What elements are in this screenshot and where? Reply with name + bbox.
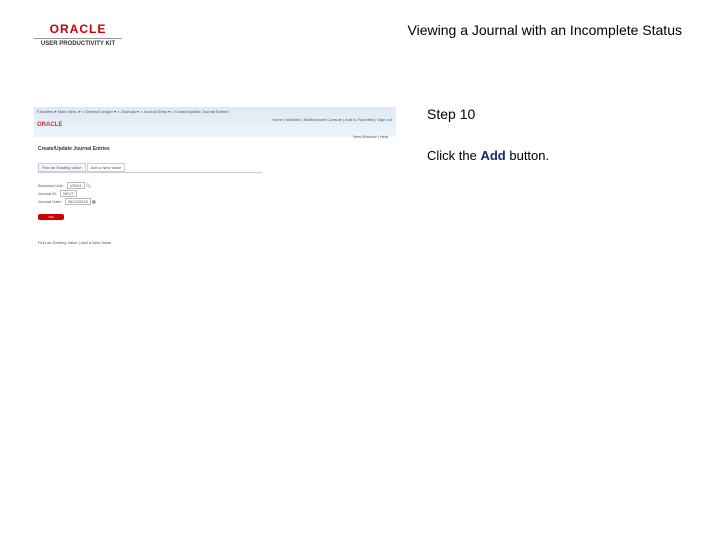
logo-brand: ORACLE xyxy=(34,22,122,39)
business-unit-input[interactable]: US001 xyxy=(66,182,85,189)
oracle-upk-logo: ORACLE USER PRODUCTIVITY KIT xyxy=(34,22,122,47)
instruction-bold: Add xyxy=(480,148,506,163)
app-header: Favorites ▾ Main Menu ▾ > General Ledger… xyxy=(34,107,396,137)
tab-add-new[interactable]: Add a New Value xyxy=(86,163,126,172)
lookup-icon[interactable]: 🔍 xyxy=(86,183,91,188)
journal-date-input[interactable]: 05/22/2013 xyxy=(64,198,91,205)
calendar-icon[interactable]: ▦ xyxy=(92,199,96,204)
field-label: Journal Date: xyxy=(38,199,62,204)
footer-links[interactable]: Find an Existing Value | Add a New Value xyxy=(38,240,111,245)
field-label: Journal ID: xyxy=(38,191,58,196)
instruction: Click the Add button. xyxy=(427,148,549,163)
app-screenshot: Favorites ▾ Main Menu ▾ > General Ledger… xyxy=(34,107,396,252)
instruction-pre: Click the xyxy=(427,148,481,163)
field-journal-id: Journal ID: NEXT xyxy=(38,190,78,197)
tab-bar: Find an Existing Value Add a New Value xyxy=(38,163,262,173)
oracle-logo: ORACLE xyxy=(37,122,63,128)
field-label: Business Unit: xyxy=(38,183,64,188)
step-number: Step 10 xyxy=(427,106,476,122)
journal-id-input[interactable]: NEXT xyxy=(60,190,78,197)
instruction-post: button. xyxy=(505,148,550,163)
field-journal-date: Journal Date: 05/22/2013 ▦ xyxy=(38,198,96,205)
field-business-unit: Business Unit: US001 🔍 xyxy=(38,182,91,189)
app-page-title: Create/Update Journal Entries xyxy=(38,146,110,152)
add-button[interactable]: Add xyxy=(38,214,64,220)
header-links[interactable]: Home | Worklist | Multichannel Console |… xyxy=(272,117,392,122)
toolbar[interactable]: New Window | Help xyxy=(353,134,388,139)
logo-product: USER PRODUCTIVITY KIT xyxy=(40,41,116,47)
breadcrumb[interactable]: Favorites ▾ Main Menu ▾ > General Ledger… xyxy=(37,109,228,114)
page-title: Viewing a Journal with an Incomplete Sta… xyxy=(407,22,682,38)
tab-find-existing[interactable]: Find an Existing Value xyxy=(38,163,86,172)
